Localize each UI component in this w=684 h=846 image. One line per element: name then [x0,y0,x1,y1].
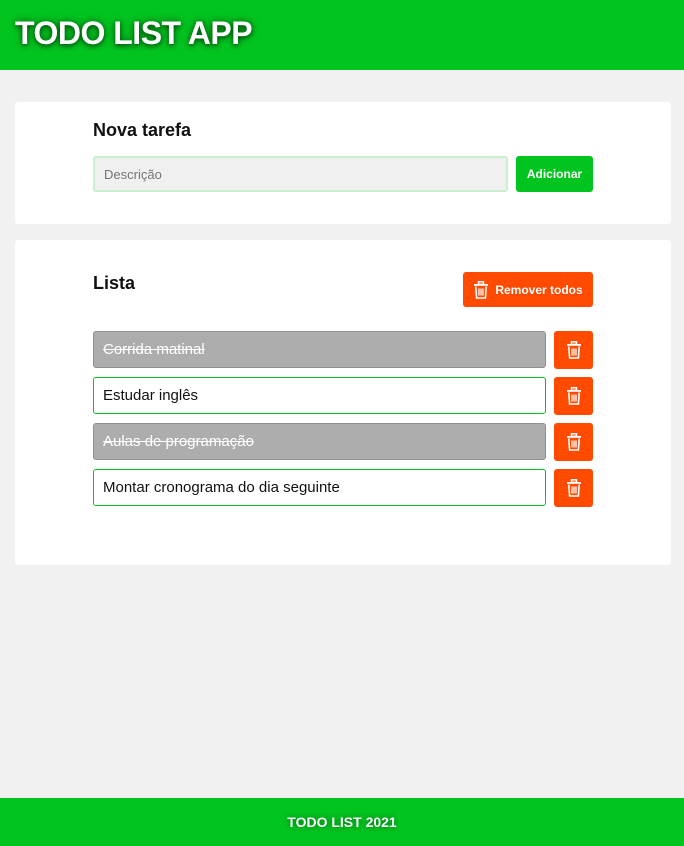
task-text[interactable]: Estudar inglês [93,377,546,414]
delete-task-button[interactable] [554,377,593,415]
task-list: Corrida matinal Estudar inglês Aulas de … [93,331,593,515]
remove-all-button[interactable]: Remover todos [463,272,593,307]
delete-task-button[interactable] [554,423,593,461]
trash-icon [566,433,582,451]
trash-icon [566,387,582,405]
delete-task-button[interactable] [554,331,593,369]
trash-icon [566,341,582,359]
new-task-title: Nova tarefa [93,120,192,140]
add-button[interactable]: Adicionar [516,156,593,192]
task-item: Montar cronograma do dia seguinte [93,469,593,507]
app-title: TODO LIST APP [15,15,253,51]
delete-task-button[interactable] [554,469,593,507]
footer-text: TODO LIST 2021 [287,814,397,830]
description-input[interactable] [93,156,508,192]
app-header: TODO LIST APP [0,0,684,70]
task-item: Corrida matinal [93,331,593,369]
remove-all-label: Remover todos [495,282,583,297]
task-item: Aulas de programação [93,423,593,461]
task-item: Estudar inglês [93,377,593,415]
new-task-card: Nova tarefa Adicionar [15,102,671,224]
task-text[interactable]: Corrida matinal [93,331,546,368]
trash-icon [566,479,582,497]
task-list-card: Lista Remover todos Corrida matinal Estu… [15,240,671,565]
task-text[interactable]: Montar cronograma do dia seguinte [93,469,546,506]
app-footer: TODO LIST 2021 [0,798,684,846]
list-title: Lista [93,273,136,293]
trash-icon [473,280,489,299]
task-text[interactable]: Aulas de programação [93,423,546,460]
